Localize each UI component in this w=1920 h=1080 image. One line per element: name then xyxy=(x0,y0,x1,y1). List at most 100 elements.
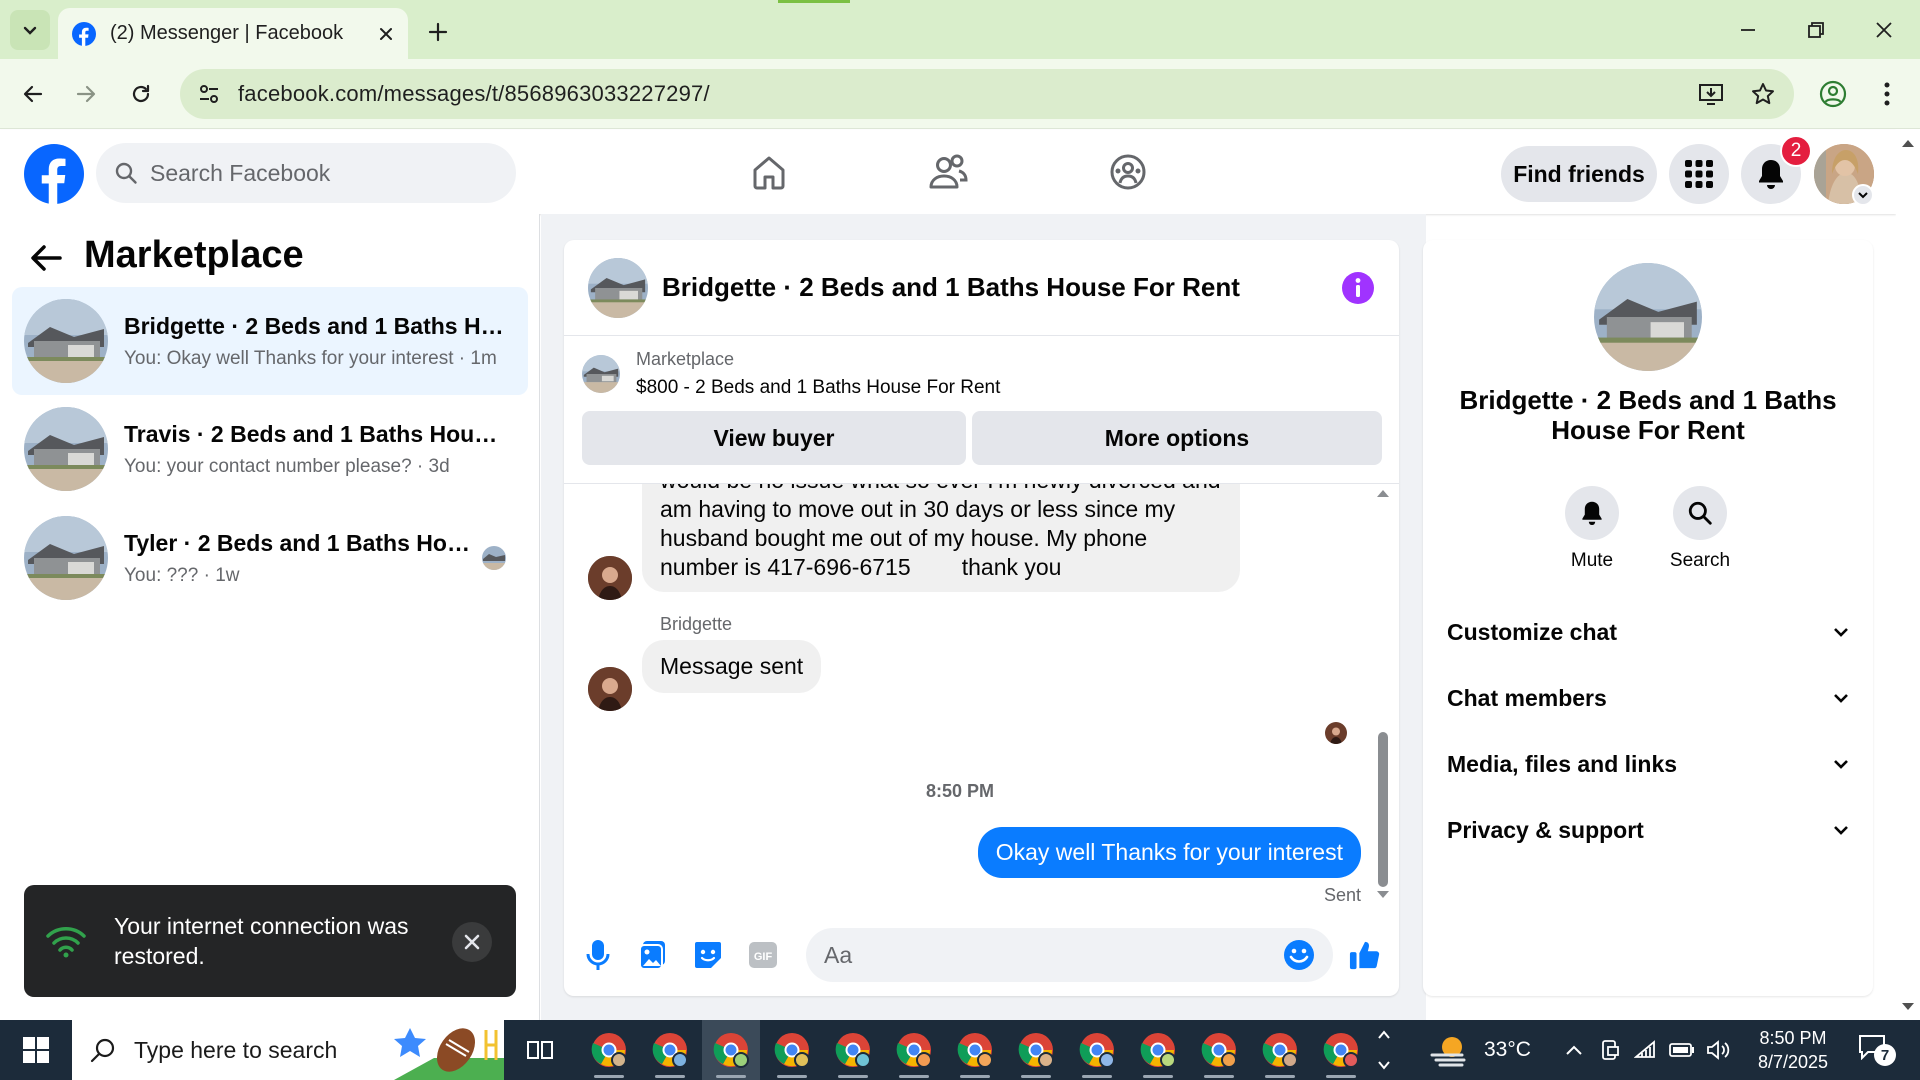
bookmark-star-icon[interactable] xyxy=(1750,81,1776,107)
menu-button[interactable] xyxy=(1669,144,1729,204)
back-to-chats-button[interactable] xyxy=(24,236,68,280)
taskbar-chrome-window[interactable] xyxy=(641,1020,699,1080)
profile-button[interactable] xyxy=(1810,71,1856,117)
notification-center-button[interactable]: 7 xyxy=(1858,1034,1902,1068)
conversation-preview: You: your contact number please? · 3d xyxy=(124,455,450,477)
volume-button[interactable] xyxy=(1700,1020,1736,1080)
message-input-box[interactable] xyxy=(806,928,1333,982)
sticker-button[interactable] xyxy=(692,939,724,971)
address-bar[interactable]: facebook.com/messages/t/8568963033227297… xyxy=(180,69,1794,119)
chat-scrollbar-thumb[interactable] xyxy=(1378,732,1388,887)
emoji-icon[interactable] xyxy=(1283,939,1315,971)
chat-members-section[interactable]: Chat members xyxy=(1447,670,1849,726)
notification-count-badge: 7 xyxy=(1874,1044,1896,1066)
task-view-button[interactable] xyxy=(512,1020,570,1080)
account-menu-chevron[interactable] xyxy=(1852,184,1874,206)
weather-icon xyxy=(1430,1037,1466,1067)
facebook-search-input[interactable] xyxy=(150,159,470,187)
taskbar-chrome-window[interactable] xyxy=(1251,1020,1309,1080)
like-button[interactable] xyxy=(1349,939,1381,971)
page-scrollbar[interactable] xyxy=(1896,130,1920,1020)
minimize-button[interactable] xyxy=(1720,8,1776,52)
view-buyer-button[interactable]: View buyer xyxy=(582,411,966,465)
conversation-item[interactable]: Bridgette · 2 Beds and 1 Baths Hou... Yo… xyxy=(12,287,528,395)
temperature: 33°C xyxy=(1484,1038,1531,1061)
restore-button[interactable] xyxy=(1788,8,1844,52)
taskbar-chrome-window[interactable] xyxy=(1068,1020,1126,1080)
taskbar-chrome-window[interactable] xyxy=(1129,1020,1187,1080)
listing-title[interactable]: $800 - 2 Beds and 1 Baths House For Rent xyxy=(636,377,1000,399)
sender-avatar[interactable] xyxy=(588,556,632,600)
search-action[interactable]: Search xyxy=(1655,486,1745,572)
taskbar-search[interactable]: Type here to search xyxy=(72,1020,504,1080)
tab-loading-indicator xyxy=(778,0,850,3)
taskbar-chrome-window[interactable] xyxy=(1007,1020,1065,1080)
browser-menu-button[interactable] xyxy=(1864,71,1910,117)
show-hidden-icons-button[interactable] xyxy=(1556,1020,1592,1080)
taskbar-overflow-arrows[interactable] xyxy=(1376,1024,1396,1076)
more-options-button[interactable]: More options xyxy=(972,411,1382,465)
privacy-support-section[interactable]: Privacy & support xyxy=(1447,802,1849,858)
chat-title[interactable]: Bridgette · 2 Beds and 1 Baths House For… xyxy=(662,272,1341,303)
taskbar-chrome-window[interactable] xyxy=(1190,1020,1248,1080)
browser-tab[interactable]: (2) Messenger | Facebook xyxy=(58,8,408,59)
sender-avatar[interactable] xyxy=(588,667,632,711)
conversation-item[interactable]: Travis · 2 Beds and 1 Baths House F... Y… xyxy=(12,395,528,503)
mute-button[interactable] xyxy=(1565,486,1619,540)
running-indicator xyxy=(1326,1075,1356,1078)
taskbar-chrome-window[interactable] xyxy=(580,1020,638,1080)
mute-action[interactable]: Mute xyxy=(1547,486,1637,572)
nav-groups[interactable] xyxy=(1073,142,1183,202)
chevron-down-icon xyxy=(23,26,37,35)
taskbar-chrome-window[interactable] xyxy=(885,1020,943,1080)
details-avatar[interactable] xyxy=(1594,263,1702,371)
site-info-icon[interactable] xyxy=(198,83,220,105)
battery-button[interactable] xyxy=(1664,1020,1700,1080)
house-image xyxy=(24,516,108,600)
meet-now-button[interactable] xyxy=(1592,1020,1628,1080)
battery-icon xyxy=(1669,1043,1694,1057)
scroll-up-arrow-icon[interactable] xyxy=(1376,488,1390,498)
facebook-logo[interactable] xyxy=(24,144,84,204)
reload-button[interactable] xyxy=(118,71,164,117)
media-files-links-section[interactable]: Media, files and links xyxy=(1447,736,1849,792)
facebook-search[interactable] xyxy=(96,143,516,203)
forward-button[interactable] xyxy=(63,71,109,117)
taskbar-chrome-window-active[interactable] xyxy=(702,1020,760,1080)
nav-friends[interactable] xyxy=(893,142,1003,202)
close-window-button[interactable] xyxy=(1856,8,1912,52)
nav-home[interactable] xyxy=(714,142,824,202)
tab-search-button[interactable] xyxy=(10,10,50,50)
start-button[interactable] xyxy=(0,1020,72,1080)
voice-clip-button[interactable] xyxy=(582,939,614,971)
listing-thumbnail xyxy=(24,299,108,383)
taskbar-chrome-window[interactable] xyxy=(946,1020,1004,1080)
network-button[interactable] xyxy=(1628,1020,1664,1080)
install-app-icon[interactable] xyxy=(1698,81,1724,107)
scroll-up-arrow-icon[interactable] xyxy=(1901,138,1915,148)
chrome-icon xyxy=(1323,1033,1359,1068)
taskbar-chrome-window[interactable] xyxy=(824,1020,882,1080)
chrome-icon xyxy=(652,1033,688,1068)
chat-avatar[interactable] xyxy=(588,257,648,318)
new-tab-button[interactable] xyxy=(420,14,456,50)
attach-photo-button[interactable] xyxy=(637,939,669,971)
scroll-down-arrow-icon[interactable] xyxy=(1376,890,1390,900)
taskbar-chrome-window[interactable] xyxy=(1312,1020,1370,1080)
back-button[interactable] xyxy=(10,71,56,117)
message-timestamp: 8:50 PM xyxy=(925,781,995,801)
taskbar-chrome-window[interactable] xyxy=(763,1020,821,1080)
toast-close-button[interactable] xyxy=(452,922,492,962)
scroll-down-arrow-icon[interactable] xyxy=(1901,1002,1915,1012)
running-indicator xyxy=(1204,1075,1234,1078)
system-clock[interactable]: 8:50 PM 8/7/2025 xyxy=(1738,1026,1848,1074)
message-input[interactable] xyxy=(824,941,1283,969)
search-in-conversation-button[interactable] xyxy=(1673,486,1727,540)
info-icon[interactable] xyxy=(1341,271,1375,305)
gif-button[interactable]: GIF xyxy=(747,939,779,971)
find-friends-button[interactable]: Find friends xyxy=(1501,146,1657,202)
conversation-item[interactable]: Tyler · 2 Beds and 1 Baths House... You:… xyxy=(12,504,528,612)
close-tab-icon[interactable] xyxy=(378,26,394,42)
profile-icon xyxy=(1819,80,1847,108)
customize-chat-section[interactable]: Customize chat xyxy=(1447,604,1849,660)
